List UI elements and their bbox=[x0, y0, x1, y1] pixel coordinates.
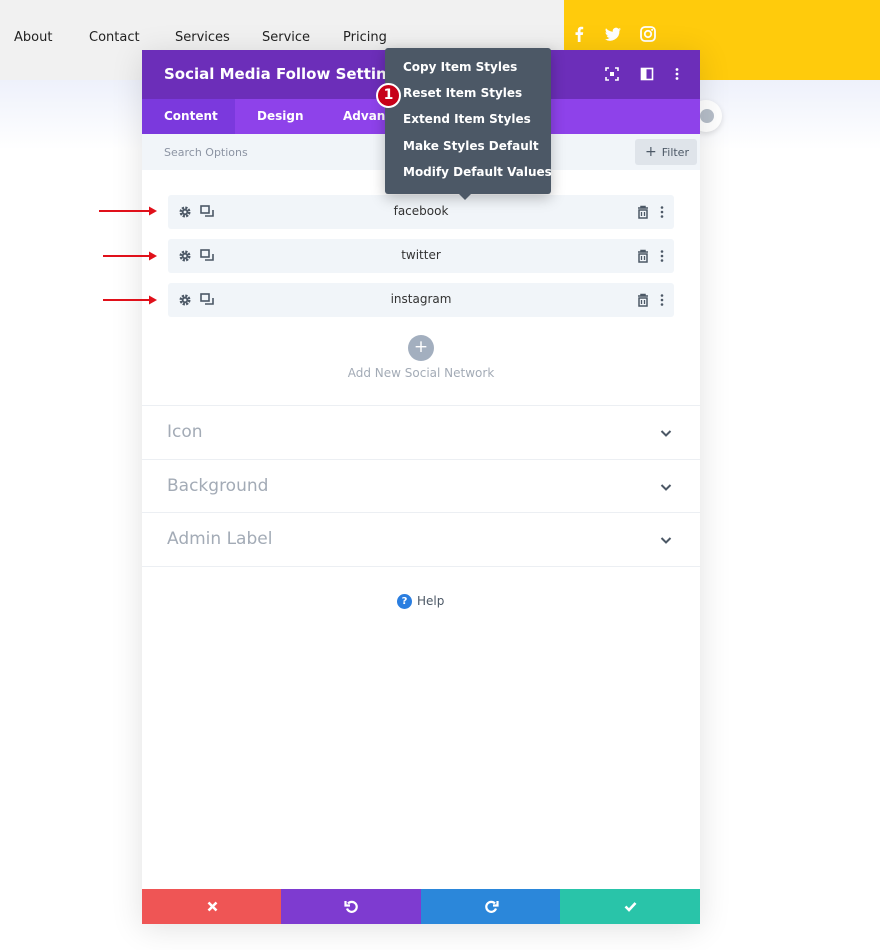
trash-icon[interactable] bbox=[636, 293, 650, 307]
menu-item-make-styles-default[interactable]: Make Styles Default bbox=[403, 139, 539, 153]
cancel-button[interactable] bbox=[142, 889, 282, 924]
menu-item-extend-item-styles[interactable]: Extend Item Styles bbox=[403, 112, 531, 126]
check-icon bbox=[624, 902, 637, 912]
filter-button[interactable]: + Filter bbox=[635, 139, 697, 165]
twitter-icon[interactable] bbox=[604, 25, 622, 43]
add-social-network-button[interactable]: + bbox=[408, 335, 434, 361]
chevron-down-icon bbox=[660, 537, 672, 544]
filter-label: Filter bbox=[661, 146, 689, 159]
section-title: Admin Label bbox=[167, 529, 273, 549]
trash-icon[interactable] bbox=[636, 249, 650, 263]
chevron-down-icon bbox=[660, 484, 672, 491]
section-title: Icon bbox=[167, 422, 203, 442]
modal-footer bbox=[142, 889, 700, 924]
social-item-label: instagram bbox=[390, 292, 452, 306]
undo-icon bbox=[344, 900, 358, 913]
focus-icon[interactable] bbox=[605, 67, 619, 81]
social-item-label: facebook bbox=[393, 204, 449, 218]
redo-icon bbox=[485, 900, 499, 913]
more-options-icon[interactable] bbox=[655, 293, 669, 307]
social-item-instagram[interactable]: instagram bbox=[168, 283, 674, 317]
add-social-network-label[interactable]: Add New Social Network bbox=[142, 366, 700, 380]
step-number-badge: 1 bbox=[376, 83, 401, 108]
nav-link-about[interactable]: About bbox=[14, 30, 52, 45]
help-label: Help bbox=[417, 594, 445, 608]
nav-link-services[interactable]: Services bbox=[175, 30, 230, 45]
nav-link-pricing[interactable]: Pricing bbox=[343, 30, 387, 45]
social-item-label: twitter bbox=[401, 248, 441, 262]
section-icon[interactable]: Icon bbox=[142, 405, 700, 459]
split-view-icon[interactable] bbox=[640, 67, 654, 81]
menu-item-copy-item-styles[interactable]: Copy Item Styles bbox=[403, 60, 517, 74]
menu-item-modify-default-values[interactable]: Modify Default Values bbox=[403, 165, 552, 179]
annotation-arrow-icon bbox=[99, 206, 157, 216]
plus-icon: + bbox=[645, 144, 657, 160]
more-options-icon[interactable] bbox=[670, 67, 684, 81]
annotation-arrow-icon bbox=[103, 251, 157, 261]
social-item-facebook[interactable]: facebook bbox=[168, 195, 674, 229]
item-context-menu: Copy Item Styles Reset Item Styles Exten… bbox=[385, 48, 552, 194]
undo-button[interactable] bbox=[281, 889, 421, 924]
close-icon bbox=[207, 901, 218, 912]
modal-title: Social Media Follow Settings bbox=[164, 65, 407, 83]
redo-button[interactable] bbox=[421, 889, 561, 924]
section-admin-label[interactable]: Admin Label bbox=[142, 512, 700, 566]
menu-item-reset-item-styles[interactable]: Reset Item Styles bbox=[403, 86, 522, 100]
tab-content[interactable]: Content bbox=[142, 99, 235, 134]
facebook-icon[interactable] bbox=[570, 25, 588, 43]
save-button[interactable] bbox=[560, 889, 700, 924]
chevron-down-icon bbox=[660, 430, 672, 437]
tab-design[interactable]: Design bbox=[257, 99, 304, 134]
more-options-icon[interactable] bbox=[655, 205, 669, 219]
nav-link-contact[interactable]: Contact bbox=[89, 30, 140, 45]
section-background[interactable]: Background bbox=[142, 459, 700, 513]
instagram-icon[interactable] bbox=[639, 25, 657, 43]
section-divider bbox=[142, 566, 700, 567]
more-options-icon[interactable] bbox=[655, 249, 669, 263]
context-menu-pointer bbox=[458, 193, 472, 200]
annotation-arrow-icon bbox=[103, 295, 157, 305]
nav-link-service[interactable]: Service bbox=[262, 30, 310, 45]
help-icon: ? bbox=[397, 594, 412, 609]
social-item-twitter[interactable]: twitter bbox=[168, 239, 674, 273]
section-title: Background bbox=[167, 476, 269, 496]
trash-icon[interactable] bbox=[636, 205, 650, 219]
